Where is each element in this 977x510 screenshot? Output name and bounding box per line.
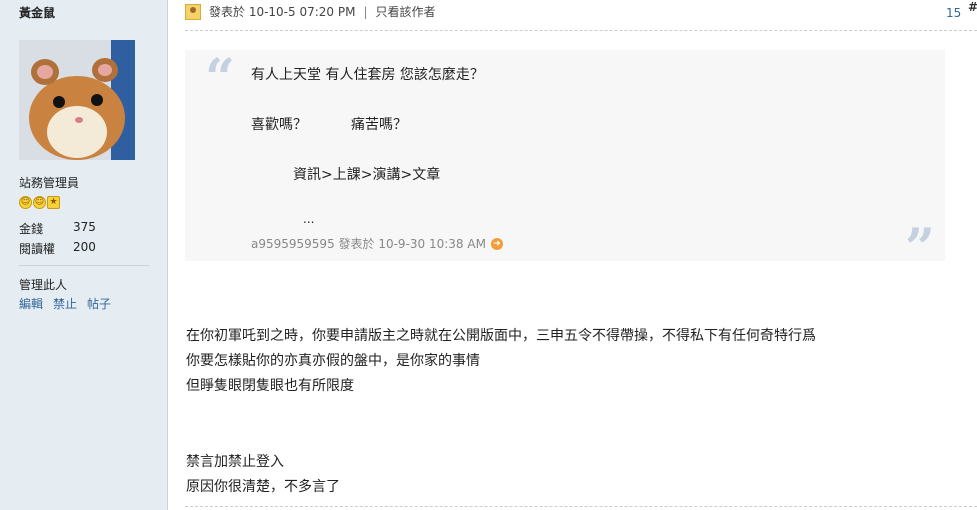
- stat-value: 375: [73, 220, 96, 234]
- separator: |: [363, 4, 368, 19]
- smile-icon: ☺: [19, 196, 32, 209]
- body-line: 原因你很清楚，不多言了: [186, 479, 340, 495]
- author-sidebar: 黃金鼠 站務管理員 ☺ ☺ ★ 金錢 375 閱讀權 200 管理此人 編輯 禁…: [0, 0, 168, 510]
- quote-line: 喜歡嗎？: [251, 117, 307, 133]
- user-group: 站務管理員: [19, 176, 80, 190]
- close-quote-icon: ”: [905, 218, 935, 279]
- body-line: 禁言加禁止登入: [186, 454, 284, 470]
- jump-to-post-icon[interactable]: ➜: [490, 237, 503, 250]
- quote-meta: a9595959595 發表於 10-9-30 10:38 AM ➜: [251, 235, 503, 252]
- header-divider: [185, 30, 977, 31]
- ban-user-link[interactable]: 禁止: [53, 295, 77, 312]
- quote-source: a9595959595 發表於 10-9-30 10:38 AM: [251, 237, 486, 251]
- only-author-link[interactable]: 只看該作者: [376, 3, 436, 20]
- quote-line: ...: [303, 212, 315, 226]
- body-line: 在你初軍吒到之時，你要申請版主之時就在公開版面中，三申五令不得帶操，不得私下有任…: [186, 328, 816, 344]
- user-online-icon: [185, 3, 201, 20]
- floor-number[interactable]: 15: [946, 6, 961, 20]
- body-line: 你要怎樣貼你的亦真亦假的盤中，是你家的事情: [186, 353, 480, 369]
- floor-hash: #: [968, 0, 977, 14]
- manage-actions: 編輯 禁止 帖子: [19, 295, 111, 312]
- manage-label: 管理此人: [19, 278, 68, 292]
- edit-user-link[interactable]: 編輯: [19, 295, 43, 312]
- open-quote-icon: “: [205, 48, 235, 109]
- smile-icon: ☺: [33, 196, 46, 209]
- star-icon: ★: [47, 196, 60, 209]
- footer-divider: [185, 506, 977, 507]
- stat-label: 金錢: [19, 222, 44, 236]
- user-posts-link[interactable]: 帖子: [87, 295, 111, 312]
- quote-line: 痛苦嗎？: [351, 117, 407, 133]
- rank-stars: ☺ ☺ ★: [19, 196, 60, 209]
- stat-money: 金錢 375: [19, 220, 96, 237]
- avatar[interactable]: [19, 40, 135, 160]
- author-name[interactable]: 黃金鼠: [19, 4, 55, 21]
- divider: [19, 265, 149, 266]
- stat-read-permission: 閱讀權 200: [19, 240, 96, 257]
- stat-value: 200: [73, 240, 96, 254]
- body-line: 但睜隻眼閉隻眼也有所限度: [186, 378, 354, 394]
- stat-label: 閱讀權: [19, 242, 56, 256]
- quote-line: 有人上天堂 有人住套房 您該怎麼走？: [251, 67, 484, 83]
- post-time: 發表於 10-10-5 07:20 PM: [209, 5, 356, 19]
- post-header: 發表於 10-10-5 07:20 PM | 只看該作者: [185, 3, 436, 20]
- quote-line: 資訊>上課>演講>文章: [293, 167, 441, 183]
